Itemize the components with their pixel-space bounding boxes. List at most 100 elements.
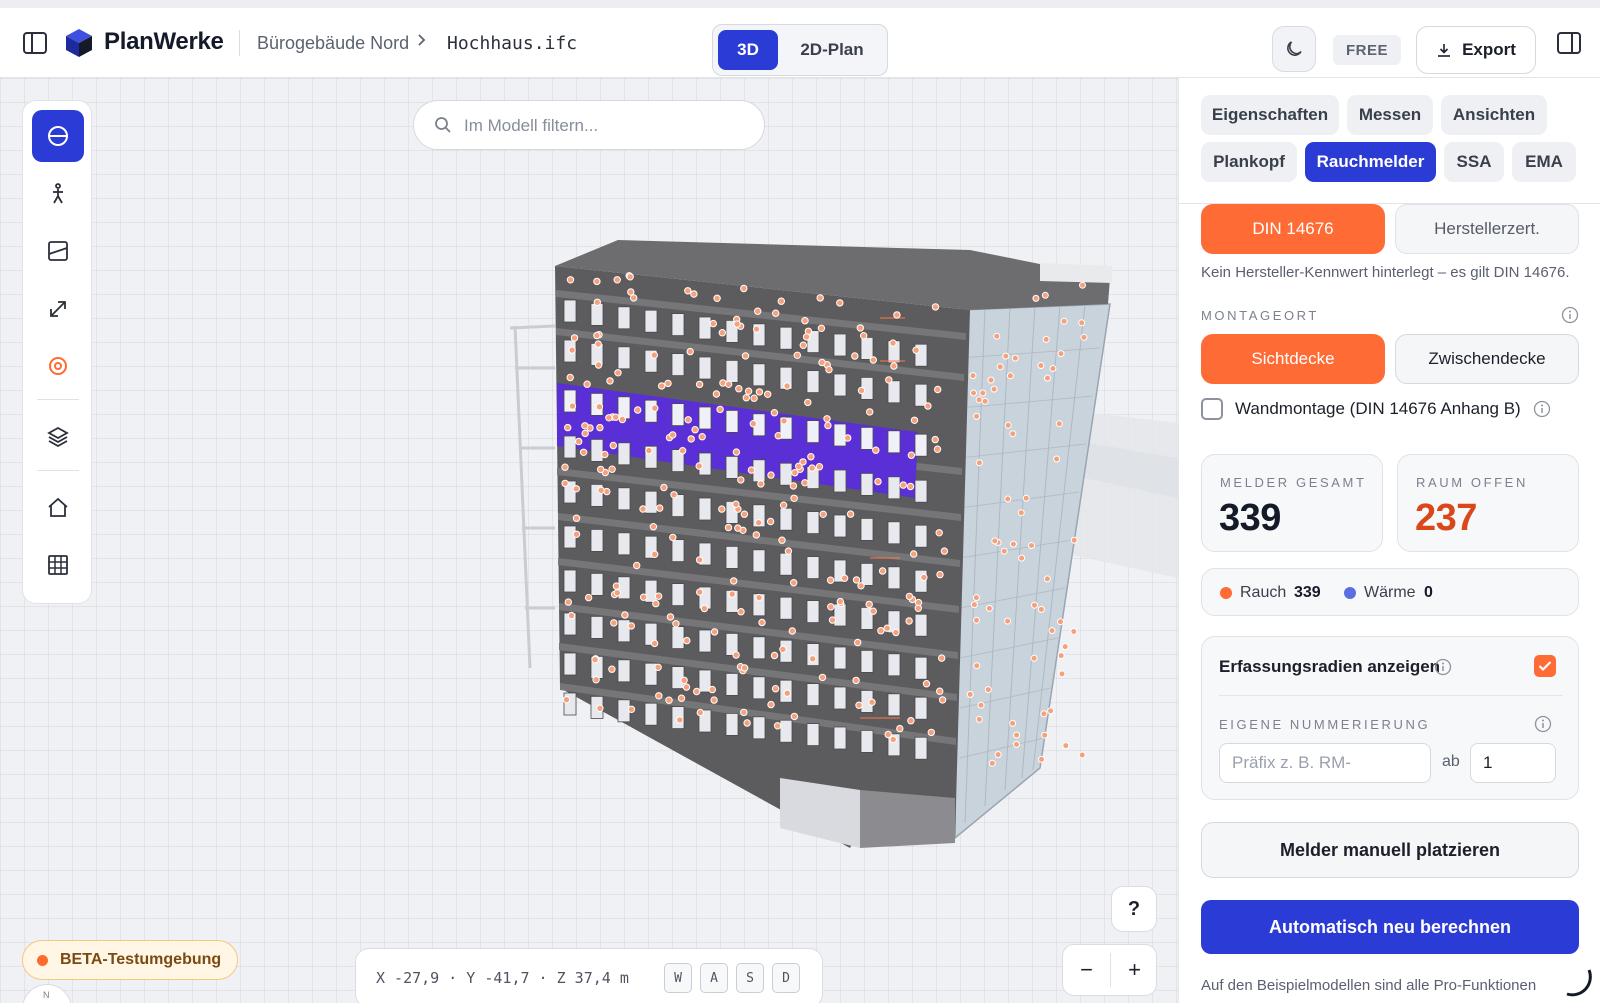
info-icon[interactable] (1561, 306, 1579, 324)
detector-marker[interactable] (1031, 601, 1038, 609)
detector-marker[interactable] (614, 369, 622, 377)
detector-marker[interactable] (975, 396, 983, 404)
detector-marker[interactable] (677, 694, 686, 702)
detector-tool-button[interactable] (32, 340, 84, 392)
detector-marker[interactable] (561, 463, 569, 471)
detector-marker[interactable] (676, 716, 684, 724)
detector-marker[interactable] (988, 759, 996, 767)
detector-marker[interactable] (987, 376, 995, 384)
detector-marker[interactable] (823, 415, 831, 423)
detector-marker[interactable] (779, 501, 788, 509)
detector-marker[interactable] (572, 530, 581, 538)
detector-marker[interactable] (740, 284, 748, 293)
detector-marker[interactable] (747, 466, 756, 474)
detector-marker[interactable] (827, 603, 835, 611)
detector-marker[interactable] (1006, 372, 1014, 380)
info-icon[interactable] (1534, 715, 1552, 733)
detector-marker[interactable] (807, 453, 815, 461)
detector-marker[interactable] (766, 517, 775, 526)
detector-marker[interactable] (920, 573, 928, 582)
detector-marker[interactable] (743, 719, 751, 727)
detector-marker[interactable] (970, 389, 977, 397)
detector-marker[interactable] (1022, 494, 1030, 502)
detector-marker[interactable] (584, 593, 593, 602)
detector-marker[interactable] (695, 462, 703, 470)
detector-marker[interactable] (866, 408, 874, 416)
recalculate-button[interactable]: Automatisch neu berechnen (1201, 900, 1579, 954)
zoom-in-button[interactable]: + (1111, 945, 1158, 995)
detector-marker[interactable] (927, 728, 935, 737)
detector-marker[interactable] (730, 577, 738, 585)
detector-marker[interactable] (836, 597, 844, 606)
detector-marker[interactable] (654, 663, 662, 671)
detector-marker[interactable] (742, 394, 750, 402)
detector-marker[interactable] (799, 341, 807, 349)
detector-marker[interactable] (593, 277, 601, 286)
detector-marker[interactable] (893, 311, 901, 319)
detector-marker[interactable] (1004, 617, 1012, 625)
detector-marker[interactable] (852, 576, 861, 584)
detector-marker[interactable] (713, 294, 721, 303)
view-3d-button[interactable]: 3D (718, 30, 778, 70)
detector-marker[interactable] (819, 510, 827, 518)
detector-marker[interactable] (1009, 430, 1017, 438)
mount-visible-ceiling-button[interactable]: Sichtdecke (1201, 334, 1385, 384)
detector-marker[interactable] (1060, 317, 1068, 325)
detector-marker[interactable] (856, 324, 864, 332)
zoom-out-button[interactable]: − (1063, 945, 1110, 995)
detector-marker[interactable] (884, 730, 892, 739)
detector-marker[interactable] (885, 376, 893, 384)
detector-marker[interactable] (1055, 420, 1063, 428)
tab-ssa[interactable]: SSA (1444, 142, 1504, 182)
detector-marker[interactable] (975, 459, 983, 467)
detector-marker[interactable] (889, 735, 897, 744)
wall-mount-option[interactable]: Wandmontage (DIN 14676 Anhang B) (1201, 398, 1551, 420)
detector-marker[interactable] (996, 363, 1004, 371)
detector-marker[interactable] (828, 616, 837, 624)
detector-marker[interactable] (1032, 294, 1040, 302)
detector-marker[interactable] (973, 662, 981, 670)
detector-marker[interactable] (1057, 350, 1065, 358)
detector-marker[interactable] (596, 704, 604, 712)
detector-marker[interactable] (572, 514, 581, 522)
section-tool-button[interactable] (32, 110, 84, 162)
detector-marker[interactable] (627, 622, 635, 630)
detector-marker[interactable] (801, 317, 809, 325)
detector-marker[interactable] (825, 365, 833, 374)
detector-marker[interactable] (754, 307, 762, 315)
detector-marker[interactable] (778, 536, 786, 544)
detector-marker[interactable] (708, 685, 716, 694)
detector-marker[interactable] (809, 655, 817, 663)
detector-marker[interactable] (984, 686, 992, 694)
detector-marker[interactable] (973, 616, 980, 624)
building-model[interactable] (0, 78, 1178, 1003)
detector-marker[interactable] (696, 588, 704, 596)
detector-marker[interactable] (568, 402, 577, 410)
numbering-prefix-input[interactable] (1219, 743, 1431, 783)
detector-marker[interactable] (605, 414, 613, 422)
detector-marker[interactable] (789, 482, 798, 490)
detector-marker[interactable] (645, 446, 653, 455)
detector-marker[interactable] (669, 533, 677, 542)
detector-marker[interactable] (696, 708, 704, 717)
detector-marker[interactable] (770, 651, 779, 660)
detector-marker[interactable] (934, 385, 942, 394)
detector-marker[interactable] (718, 505, 726, 513)
detector-marker[interactable] (568, 346, 576, 354)
detector-marker[interactable] (595, 403, 604, 411)
detector-marker[interactable] (907, 717, 915, 725)
tab-ema[interactable]: EMA (1512, 142, 1576, 182)
detector-marker[interactable] (1013, 740, 1020, 748)
detector-marker[interactable] (772, 309, 780, 317)
tab-messen[interactable]: Messen (1347, 95, 1433, 135)
detector-marker[interactable] (869, 607, 877, 615)
detector-marker[interactable] (652, 599, 660, 608)
tab-ansichten[interactable]: Ansichten (1441, 95, 1547, 135)
detector-marker[interactable] (678, 447, 687, 455)
detector-marker[interactable] (1017, 509, 1025, 517)
detector-marker[interactable] (788, 627, 796, 635)
detector-marker[interactable] (757, 480, 765, 488)
detector-marker[interactable] (936, 570, 944, 579)
detector-marker[interactable] (581, 429, 589, 438)
detector-marker[interactable] (1062, 742, 1070, 750)
